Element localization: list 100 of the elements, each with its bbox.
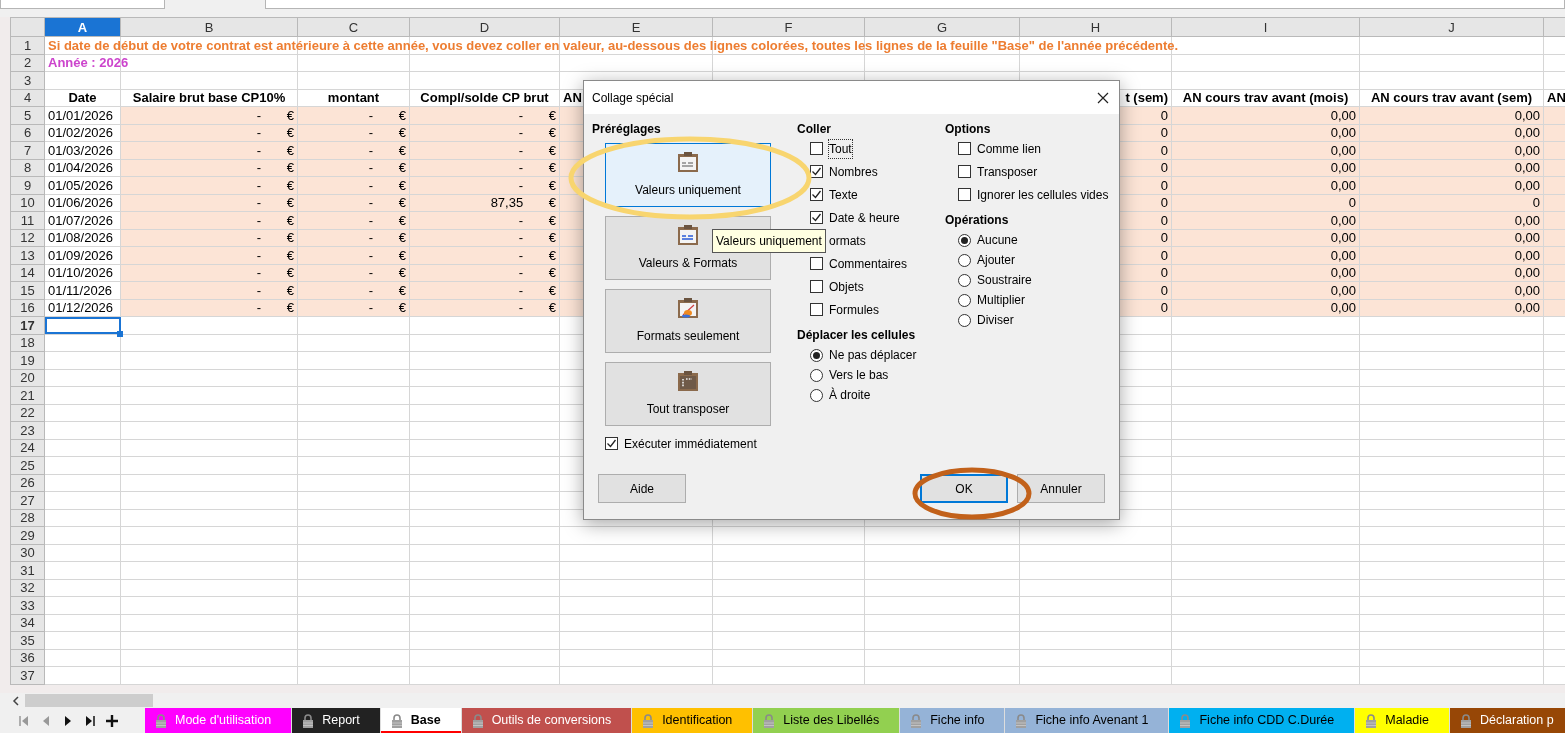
sheet-tab[interactable]: Report [292,708,381,733]
cell-text: 01/12/2026 [48,300,114,316]
radio-button[interactable] [810,368,823,382]
cell-text: 0,00 [1514,107,1540,123]
checkbox[interactable] [605,437,618,450]
cell-text: 0,00 [1330,107,1356,123]
column-header[interactable]: I [1171,17,1360,37]
sheet-tab[interactable]: Identification [632,708,754,733]
preset-button[interactable]: Valeurs uniquement [605,143,771,207]
radio-label[interactable]: Aucune [977,231,1018,249]
padlock-icon [1015,713,1028,728]
padlock-icon [642,713,655,728]
checkbox[interactable] [810,165,823,178]
cell-text: - € [518,212,556,228]
sheet-tab[interactable]: Déclaration p [1450,708,1565,733]
sheet-tab[interactable]: Base [380,708,462,733]
checkbox-label[interactable]: Exécuter immédiatement [624,434,757,453]
dialog-title: Collage spécial [592,89,674,107]
radio-button[interactable] [958,313,971,327]
checkbox-label[interactable]: Nombres [829,162,878,181]
selected-cell[interactable] [44,316,121,334]
dialog-button[interactable]: Annuler [1017,474,1105,503]
column-header[interactable]: E [559,17,713,37]
notice-text: Si date de début de votre contrat est antérieure à cette année, vous devez coller en valeur, au-dessous des lignes colorées, toutes les lignes de la feuille "Base" de l'année précédente. [48,37,1179,53]
cell-text: 87,35 € [490,195,556,211]
checkbox[interactable] [958,188,971,201]
preset-button[interactable]: Tout transposer [605,362,771,426]
checkbox-label[interactable]: Tout [829,139,852,158]
clipboard-icon [675,151,701,173]
checkbox[interactable] [810,142,823,155]
cell-text: - € [368,282,406,298]
radio-label[interactable]: Diviser [977,311,1014,329]
checkbox-label[interactable]: Commentaires [829,254,908,273]
checkbox[interactable] [810,303,823,316]
checkbox[interactable] [810,211,823,224]
column-header[interactable]: J [1359,17,1544,37]
cell-text: 0,00 [1514,265,1540,281]
scroll-left-icon[interactable] [12,695,19,706]
column-header[interactable]: B [120,17,298,37]
radio-label[interactable]: Ajouter [977,251,1016,269]
radio-label[interactable]: Soustraire [977,271,1032,289]
radio-button[interactable] [958,293,971,307]
cell-text: 0,00 [1514,125,1540,141]
column-header[interactable]: G [864,17,1020,37]
radio-label[interactable]: À droite [829,386,871,404]
sheet-tab[interactable]: Fiche info CDD C.Durée [1169,708,1356,733]
radio-button[interactable] [958,253,971,267]
checkbox-label[interactable]: Transposer [977,162,1038,181]
cell-text: 01/09/2026 [48,247,114,263]
radio-label[interactable]: Ne pas déplacer [829,346,917,364]
dialog-button[interactable]: OK [920,474,1008,503]
column-title: AN cours trav avant (mois) [1182,90,1349,106]
checkbox[interactable] [810,280,823,293]
sheet-tab[interactable]: Fiche info Avenant 1 [1005,708,1170,733]
checkbox-label[interactable]: Objets [829,277,864,296]
cell-text: - € [368,230,406,246]
cell-text: - € [368,212,406,228]
checkbox[interactable] [958,142,971,155]
checkbox[interactable] [810,257,823,270]
name-box-field[interactable] [0,0,165,9]
sheet-tab[interactable]: Liste des Libellés [753,708,901,733]
clipboard-icon [675,370,701,392]
last-sheet-icon[interactable] [84,714,96,727]
cell-text: 01/03/2026 [48,142,114,158]
add-sheet-icon[interactable] [106,714,118,727]
cell-text: - € [368,107,406,123]
column-header[interactable]: C [297,17,410,37]
sheet-tab[interactable]: Fiche info [900,708,1006,733]
sheet-tab[interactable]: Outils de conversions [461,708,633,733]
sheet-tab[interactable]: Maladie [1355,708,1451,733]
checkbox-label[interactable]: Formules [829,300,879,319]
checkbox-label[interactable]: Texte [829,185,858,204]
column-header[interactable]: F [712,17,865,37]
radio-label[interactable]: Multiplier [977,291,1025,309]
radio-button[interactable] [958,233,971,247]
cell-text: - € [256,177,294,193]
column-title: AN cours trav avant (sem) [1370,90,1533,106]
checkbox-label[interactable]: Ignorer les cellules vides [977,185,1109,204]
radio-button[interactable] [810,388,823,402]
cell-text: - € [368,160,406,176]
radio-label[interactable]: Vers le bas [829,366,889,384]
column-title: Compl/solde CP brut [420,90,549,106]
fill-handle[interactable] [117,330,123,337]
checkbox[interactable] [958,165,971,178]
scrollbar-thumb[interactable] [25,694,153,707]
column-header[interactable]: D [409,17,560,37]
padlock-icon [471,713,484,728]
checkbox-label[interactable]: Comme lien [977,139,1042,158]
column-header[interactable]: A [44,17,121,37]
preset-button[interactable]: Formats seulement [605,289,771,353]
radio-button[interactable] [810,348,823,362]
checkbox[interactable] [810,188,823,201]
radio-button[interactable] [958,273,971,287]
checkbox-label[interactable]: ormats [829,231,866,250]
cell-text: 01/11/2026 [48,282,113,298]
padlock-icon [910,713,923,728]
column-header[interactable]: H [1019,17,1172,37]
formula-field[interactable] [265,0,1565,9]
checkbox-label[interactable]: Date & heure [829,208,900,227]
dialog-button[interactable]: Aide [598,474,686,503]
